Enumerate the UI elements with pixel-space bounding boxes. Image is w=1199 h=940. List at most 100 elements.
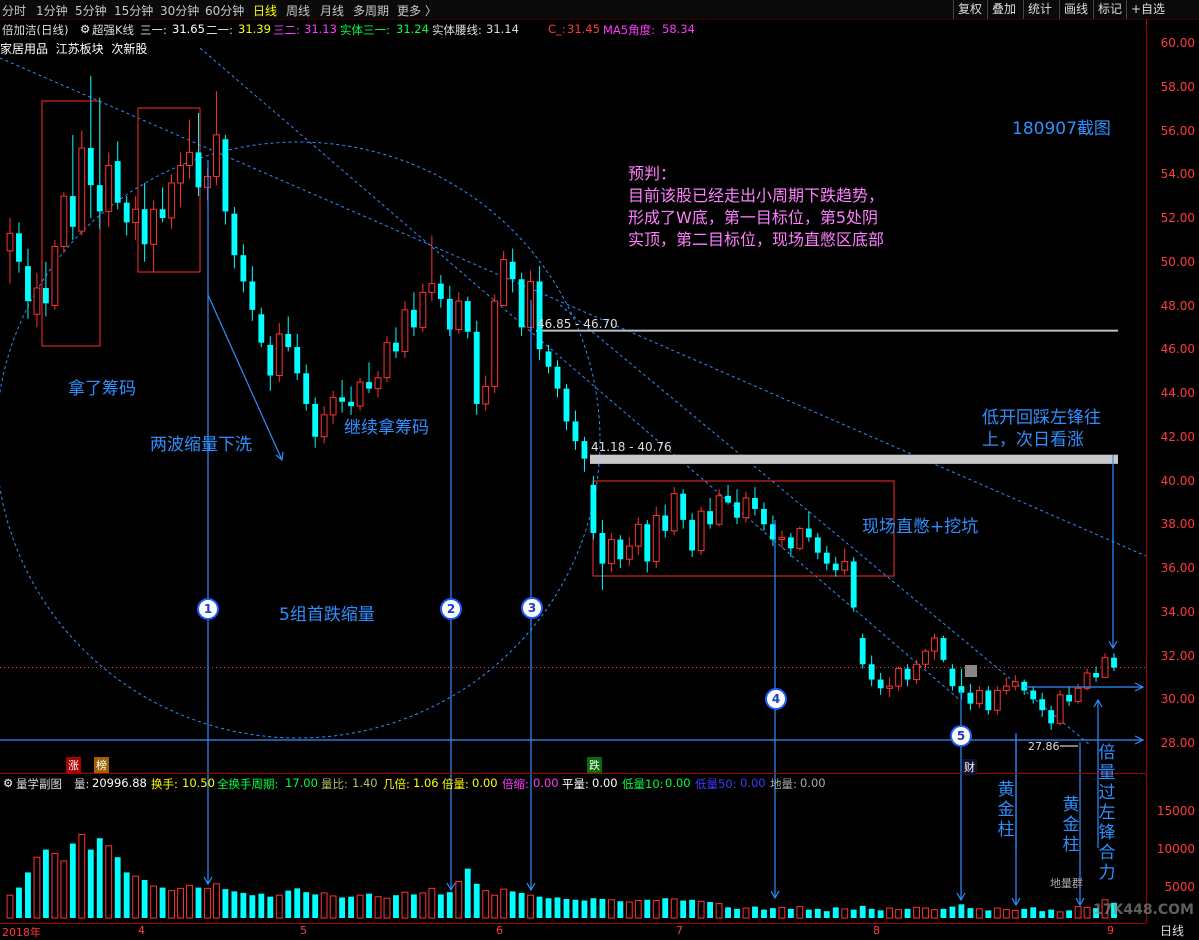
volume-bar[interactable] xyxy=(1030,907,1037,918)
candle[interactable] xyxy=(195,113,202,197)
candle[interactable] xyxy=(464,296,471,339)
volume-bar[interactable] xyxy=(509,891,516,918)
volume-bar[interactable] xyxy=(761,909,767,918)
volume-bar[interactable] xyxy=(617,901,624,918)
volume-bar[interactable] xyxy=(634,900,642,919)
volume-bar[interactable] xyxy=(320,892,328,919)
volume-bar[interactable] xyxy=(114,857,121,918)
volume-bar[interactable] xyxy=(33,856,41,919)
volume-bar[interactable] xyxy=(886,907,894,919)
volume-bar[interactable] xyxy=(913,906,920,919)
volume-bar[interactable] xyxy=(958,904,965,918)
candle[interactable] xyxy=(491,294,499,393)
volume-bar[interactable] xyxy=(850,909,857,918)
candle[interactable] xyxy=(509,248,516,293)
candle[interactable] xyxy=(1002,677,1010,695)
candle[interactable] xyxy=(752,487,758,516)
candle[interactable] xyxy=(680,489,687,529)
volume-bar[interactable] xyxy=(419,892,427,919)
candle[interactable] xyxy=(231,207,238,269)
ranking-flag[interactable]: 榜 xyxy=(94,757,109,773)
volume-bar[interactable] xyxy=(410,894,417,918)
volume-bar[interactable] xyxy=(195,887,202,918)
volume-bar[interactable] xyxy=(1074,906,1082,919)
period-label[interactable]: 日线 xyxy=(1160,922,1184,939)
volume-bar[interactable] xyxy=(1039,911,1046,918)
candle[interactable] xyxy=(1056,690,1064,726)
candle[interactable] xyxy=(1048,705,1055,730)
limit-down-flag[interactable]: 跌 xyxy=(587,757,602,773)
candle[interactable] xyxy=(895,666,903,691)
volume-bar[interactable] xyxy=(150,885,158,919)
candle[interactable] xyxy=(159,187,166,223)
volume-bar[interactable] xyxy=(581,900,588,918)
candle[interactable] xyxy=(913,659,920,684)
candle[interactable] xyxy=(42,261,49,317)
candle[interactable] xyxy=(6,218,14,284)
volume-bar[interactable] xyxy=(554,897,561,918)
volume-bar[interactable] xyxy=(715,903,723,919)
candle[interactable] xyxy=(922,648,929,669)
volume-bar[interactable] xyxy=(707,902,714,918)
volume-bar[interactable] xyxy=(339,897,346,918)
volume-bar[interactable] xyxy=(78,833,86,919)
candle[interactable] xyxy=(697,506,705,555)
volume-bar[interactable] xyxy=(285,890,292,918)
volume-bar[interactable] xyxy=(545,898,552,918)
volume-bar[interactable] xyxy=(662,898,669,918)
candle[interactable] xyxy=(536,266,543,361)
volume-bar[interactable] xyxy=(186,884,193,919)
volume-bar[interactable] xyxy=(267,896,274,918)
candle[interactable] xyxy=(168,174,175,229)
candle[interactable] xyxy=(572,410,579,450)
candle[interactable] xyxy=(141,183,148,262)
volume-bar[interactable] xyxy=(787,908,794,918)
candle[interactable] xyxy=(455,292,463,334)
volume-bar[interactable] xyxy=(734,908,740,918)
volume-bar[interactable] xyxy=(652,900,660,919)
candle[interactable] xyxy=(599,519,606,590)
candle[interactable] xyxy=(796,526,804,551)
candle[interactable] xyxy=(1066,686,1073,706)
candle[interactable] xyxy=(1093,666,1099,682)
volume-bar[interactable] xyxy=(240,892,247,918)
volume-bar[interactable] xyxy=(16,887,22,918)
candle[interactable] xyxy=(904,664,911,687)
candle[interactable] xyxy=(303,364,310,411)
volume-bar[interactable] xyxy=(1048,909,1055,918)
candle[interactable] xyxy=(707,498,714,529)
volume-bar[interactable] xyxy=(877,910,884,918)
candle[interactable] xyxy=(374,371,382,398)
volume-bar[interactable] xyxy=(159,887,166,918)
candle[interactable] xyxy=(563,384,570,431)
volume-bar[interactable] xyxy=(96,838,103,918)
candle[interactable] xyxy=(662,504,669,538)
volume-bar[interactable] xyxy=(141,880,148,918)
volume-bar[interactable] xyxy=(644,899,651,918)
candle[interactable] xyxy=(859,633,866,669)
candle[interactable] xyxy=(258,307,265,348)
volume-bar[interactable] xyxy=(500,888,508,919)
volume-bar[interactable] xyxy=(796,906,804,919)
candle[interactable] xyxy=(393,327,399,358)
candle[interactable] xyxy=(482,375,490,411)
volume-bar[interactable] xyxy=(60,860,68,919)
volume-bar[interactable] xyxy=(473,883,480,918)
candle[interactable] xyxy=(850,557,857,612)
volume-bar[interactable] xyxy=(527,894,535,919)
volume-bar[interactable] xyxy=(428,887,436,919)
candle[interactable] xyxy=(607,533,615,573)
volume-bar[interactable] xyxy=(303,892,310,918)
volume-bar[interactable] xyxy=(985,910,992,918)
candle[interactable] xyxy=(975,686,983,708)
volume-bar[interactable] xyxy=(1056,911,1064,919)
volume-bar[interactable] xyxy=(446,892,453,918)
volume-bar[interactable] xyxy=(625,901,633,919)
volume-bar[interactable] xyxy=(518,892,525,918)
candle[interactable] xyxy=(823,546,830,571)
volume-bar[interactable] xyxy=(536,896,543,918)
candle[interactable] xyxy=(644,519,651,573)
candle[interactable] xyxy=(734,489,740,525)
volume-bar[interactable] xyxy=(294,888,301,918)
candle[interactable] xyxy=(78,130,86,236)
